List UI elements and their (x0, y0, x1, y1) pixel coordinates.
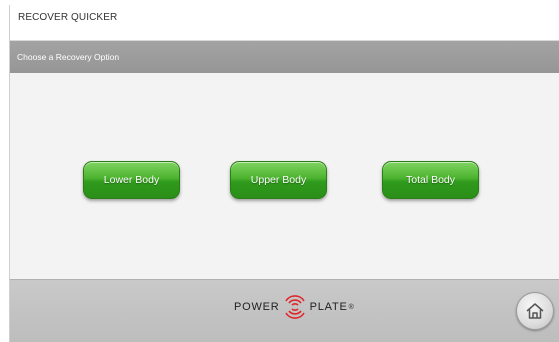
title-bar: RECOVER QUICKER (10, 5, 559, 41)
power-plate-logo: POWER PLATE ® (234, 292, 355, 322)
app-window: RECOVER QUICKER Choose a Recovery Option… (9, 5, 559, 342)
vibration-rings-icon (284, 295, 305, 319)
subheader-label: Choose a Recovery Option (17, 52, 120, 62)
home-button[interactable] (516, 292, 554, 330)
logo-registered-mark: ® (348, 303, 355, 311)
app-screen: RECOVER QUICKER Choose a Recovery Option… (0, 0, 559, 342)
logo-word-power: POWER (234, 301, 280, 313)
page-title: RECOVER QUICKER (18, 12, 118, 23)
logo-word-plate: PLATE (309, 301, 348, 313)
options-panel: Lower Body Upper Body Total Body (10, 73, 559, 279)
lower-body-button[interactable]: Lower Body (83, 161, 180, 199)
upper-body-button[interactable]: Upper Body (230, 161, 327, 199)
home-icon (526, 303, 544, 319)
footer-bar: POWER PLATE ® (10, 279, 559, 342)
subheader-bar: Choose a Recovery Option (10, 41, 559, 73)
total-body-button[interactable]: Total Body (382, 161, 479, 199)
